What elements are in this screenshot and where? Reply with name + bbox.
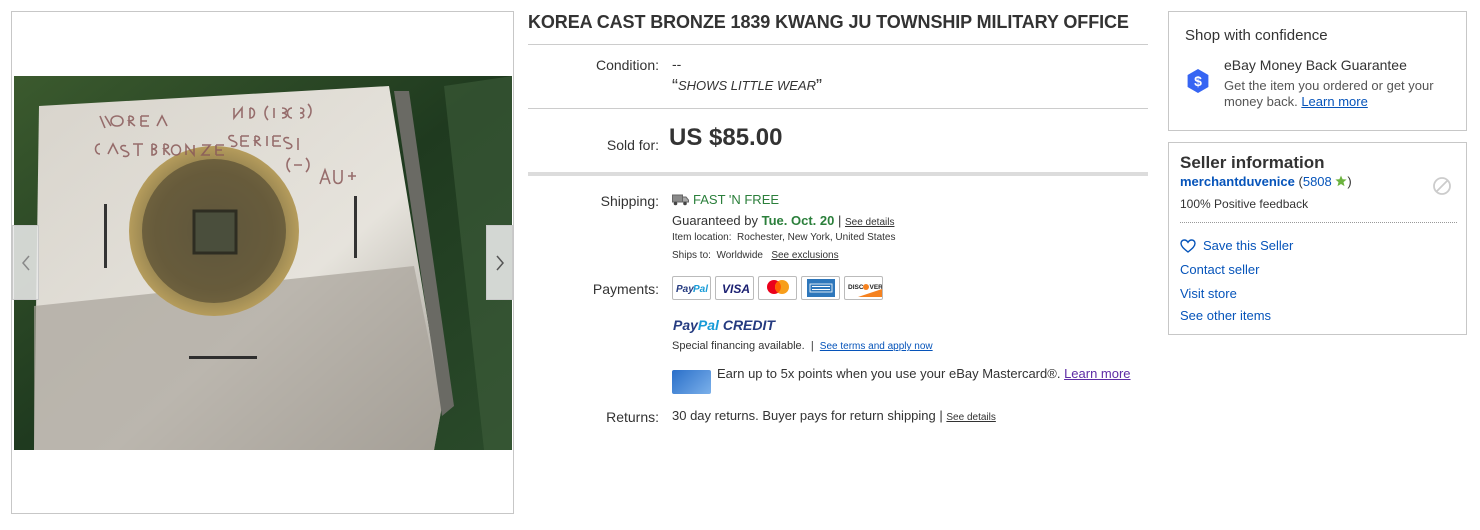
shipping-label: Shipping: — [600, 193, 659, 209]
paypal-logo-icon: Pay Pal — [672, 276, 711, 300]
chevron-left-icon — [21, 255, 30, 270]
money-back-guarantee-desc: Get the item you ordered or get your mon… — [1224, 78, 1454, 110]
payment-methods: Pay Pal VISA DISC VER — [672, 276, 883, 300]
confidence-title: Shop with confidence — [1185, 27, 1328, 44]
special-financing: Special financing available. | See terms… — [672, 340, 933, 352]
returns-label: Returns: — [606, 409, 659, 425]
shield-dollar-icon: $ — [1187, 69, 1209, 93]
condition-quote-text: SHOWS LITTLE WEAR — [678, 78, 816, 93]
seller-information-panel: Seller information merchantduvenice (580… — [1168, 142, 1467, 335]
amex-logo-icon — [801, 276, 840, 300]
contact-seller-link[interactable]: Contact seller — [1180, 262, 1259, 277]
ebay-mastercard-icon — [672, 370, 711, 394]
delivery-guarantee: Guaranteed by Tue. Oct. 20 | See details — [672, 213, 895, 228]
returns-policy: 30 day returns. Buyer pays for return sh… — [672, 408, 996, 423]
paypal-credit-logo: PayPal CREDIT — [673, 317, 775, 333]
seller-name-link[interactable]: merchantduvenice — [1180, 174, 1295, 189]
paypal-credit-word: CREDIT — [718, 317, 775, 333]
mastercard-logo-icon — [758, 276, 797, 300]
guarantee-learn-more-link[interactable]: Learn more — [1301, 94, 1367, 109]
returns-see-details-link[interactable]: See details — [946, 412, 995, 423]
condition-description: “SHOWS LITTLE WEAR” — [672, 76, 822, 96]
seller-identity: merchantduvenice (5808 ) — [1180, 174, 1352, 189]
image-gallery — [11, 11, 514, 514]
shipping-see-details-link[interactable]: See details — [845, 217, 894, 228]
svg-text:VISA: VISA — [722, 282, 750, 295]
divider — [528, 108, 1148, 109]
ships-to: Ships to: Worldwide See exclusions — [672, 250, 839, 261]
discover-logo-icon: DISC VER — [844, 276, 883, 300]
item-location-value: Rochester, New York, United States — [737, 232, 896, 243]
save-seller-label: Save this Seller — [1203, 238, 1294, 253]
sold-for-label: Sold for: — [606, 137, 659, 153]
shipping-method: FAST 'N FREE — [672, 192, 779, 207]
condition-label: Condition: — [595, 57, 659, 73]
see-terms-link[interactable]: See terms and apply now — [820, 341, 933, 352]
mastercard-promo: Earn up to 5x points when you use your e… — [717, 366, 1137, 382]
divider — [1180, 222, 1457, 223]
ships-to-label: Ships to: — [672, 250, 711, 261]
star-icon — [1335, 175, 1347, 187]
mastercard-promo-text: Earn up to 5x points when you use your e… — [717, 366, 1061, 381]
divider-thick — [528, 172, 1148, 176]
see-other-items-link[interactable]: See other items — [1180, 308, 1271, 323]
gallery-next-button[interactable] — [486, 225, 513, 300]
gallery-prev-button[interactable] — [12, 225, 39, 300]
truck-icon — [672, 194, 689, 205]
svg-text:Pay: Pay — [676, 284, 694, 295]
visit-store-link[interactable]: Visit store — [1180, 286, 1237, 301]
ships-to-value: Worldwide — [716, 250, 763, 261]
paypal-credit-pay: Pay — [673, 317, 698, 333]
save-seller-button[interactable]: Save this Seller — [1180, 238, 1293, 253]
item-location: Item location: Rochester, New York, Unit… — [672, 232, 895, 243]
paypal-credit-pal: Pal — [697, 317, 719, 333]
heart-icon — [1180, 238, 1196, 253]
feedback-count-link[interactable]: 5808 — [1303, 174, 1332, 189]
item-title: KOREA CAST BRONZE 1839 KWANG JU TOWNSHIP… — [528, 12, 1148, 45]
svg-text:$: $ — [1194, 73, 1202, 89]
chevron-right-icon — [495, 255, 504, 270]
returns-text: 30 day returns. Buyer pays for return sh… — [672, 408, 936, 423]
mastercard-learn-more-link[interactable]: Learn more — [1064, 366, 1130, 381]
seller-info-title: Seller information — [1180, 153, 1325, 172]
payments-label: Payments: — [592, 281, 659, 297]
see-exclusions-link[interactable]: See exclusions — [771, 250, 838, 261]
guarantee-date: Tue. Oct. 20 — [761, 213, 835, 228]
item-photo[interactable] — [14, 76, 512, 450]
guarantee-prefix: Guaranteed by — [672, 213, 759, 228]
svg-text:Pal: Pal — [693, 284, 708, 295]
positive-feedback: 100% Positive feedback — [1180, 197, 1309, 211]
sold-price: US $85.00 — [669, 124, 783, 151]
item-location-label: Item location: — [672, 232, 732, 243]
no-icon — [1433, 177, 1451, 195]
shop-with-confidence-panel: Shop with confidence $ eBay Money Back G… — [1168, 11, 1467, 131]
visa-logo-icon: VISA — [715, 276, 754, 300]
feedback-score: (5808 ) — [1298, 174, 1352, 189]
fast-n-free: FAST 'N FREE — [693, 192, 780, 207]
financing-text: Special financing available. — [672, 340, 805, 352]
money-back-guarantee-title: eBay Money Back Guarantee — [1224, 57, 1407, 73]
svg-text:DISC: DISC — [848, 284, 864, 291]
condition-value: -- — [672, 56, 682, 72]
